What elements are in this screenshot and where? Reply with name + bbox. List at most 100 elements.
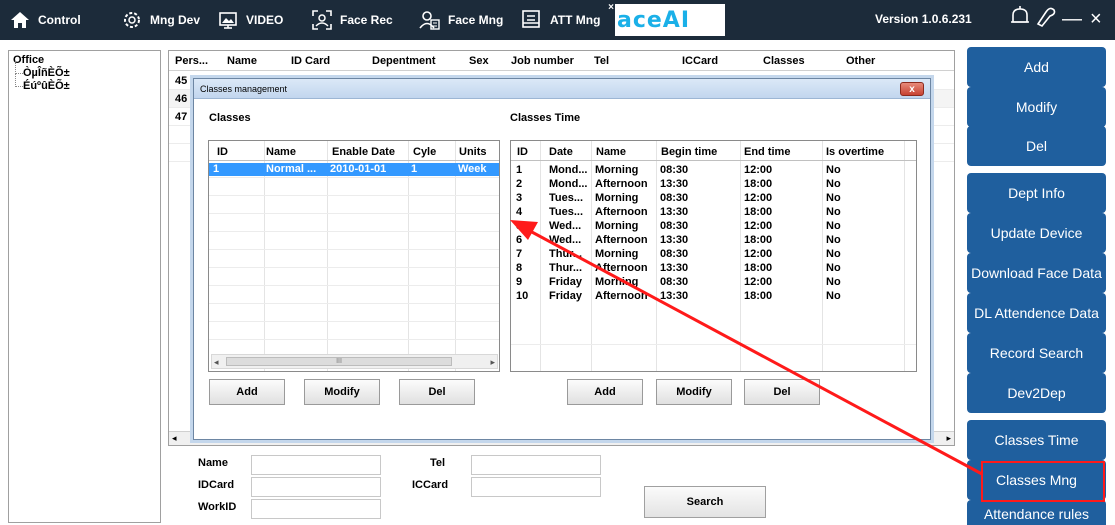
cell: 1 [213, 163, 220, 175]
cell: 10 [516, 290, 529, 302]
department-tree[interactable]: Office ÒµÎñÈÕ± ÉúºûÈÕ± [8, 50, 161, 523]
table-row[interactable]: 8 Thur... Afternoon 13:30 18:00 No [511, 262, 916, 275]
tab-control[interactable]: Control [8, 4, 98, 36]
modify-button[interactable]: Modify [967, 87, 1106, 127]
dept-info-button[interactable]: Dept Info [967, 173, 1106, 213]
highlight-box [981, 461, 1105, 502]
scroll-left-icon[interactable]: ◂ [172, 433, 177, 444]
update-device-button[interactable]: Update Device [967, 213, 1106, 253]
tab-att-mng[interactable]: ATT Mng × [520, 2, 616, 36]
column-header[interactable]: Name [596, 146, 626, 158]
column-header[interactable]: ID [517, 146, 528, 158]
time-modify-button[interactable]: Modify [656, 379, 732, 405]
tel-input[interactable] [471, 455, 601, 475]
tab-mng-dev[interactable]: Mng Dev [120, 4, 220, 36]
time-add-button[interactable]: Add [567, 379, 643, 405]
column-header[interactable]: Job number [511, 55, 574, 67]
table-row[interactable]: 5 Wed... Morning 08:30 12:00 No [511, 220, 916, 233]
cell: Wed... [549, 220, 582, 232]
iccard-input[interactable] [471, 477, 601, 497]
table-row[interactable]: 3 Tues... Morning 08:30 12:00 No [511, 192, 916, 205]
column-header[interactable]: Cyle [413, 146, 436, 158]
dl-attendence-data-button[interactable]: DL Attendence Data [967, 293, 1106, 333]
idcard-input[interactable] [251, 477, 381, 497]
classes-add-button[interactable]: Add [209, 379, 285, 405]
column-header[interactable]: Other [846, 55, 875, 67]
column-header[interactable]: ICCard [682, 55, 718, 67]
column-header[interactable]: Name [266, 146, 296, 158]
tree-node[interactable]: ÉúºûÈÕ± [13, 74, 70, 92]
face-scan-icon [310, 8, 334, 32]
tab-face-mng[interactable]: Face Mng [418, 4, 518, 36]
download-face-data-button[interactable]: Download Face Data [967, 253, 1106, 293]
cell: 12:00 [744, 192, 773, 204]
table-row[interactable]: 1 Normal ... 2010-01-01 1 Week [209, 163, 499, 176]
column-header[interactable]: Sex [469, 55, 489, 67]
column-header[interactable]: Date [549, 146, 573, 158]
classes-section-title: Classes [209, 112, 251, 124]
tab-label: ATT Mng [550, 13, 601, 27]
table-row[interactable]: 1 Mond... Morning 08:30 12:00 No [511, 164, 916, 177]
search-button[interactable]: Search [644, 486, 766, 518]
attendance-rules-button[interactable]: Attendance rules [967, 500, 1106, 525]
notification-icon[interactable] [1008, 4, 1032, 39]
time-del-button[interactable]: Del [744, 379, 820, 405]
del-button[interactable]: Del [967, 126, 1106, 166]
column-header[interactable]: Begin time [661, 146, 717, 158]
tab-close-icon[interactable]: × [608, 2, 614, 13]
table-row[interactable]: 9 Friday Morning 08:30 12:00 No [511, 276, 916, 289]
scroll-thumb[interactable]: III [226, 357, 452, 366]
skin-icon[interactable] [1034, 4, 1058, 39]
classes-table[interactable]: ID Name Enable Date Cyle Units 1 Normal … [208, 140, 500, 372]
workid-input[interactable] [251, 499, 381, 519]
classes-modify-button[interactable]: Modify [304, 379, 380, 405]
brand-logo: aceAI [615, 4, 725, 36]
cell: 7 [516, 248, 523, 260]
classes-del-button[interactable]: Del [399, 379, 475, 405]
add-button[interactable]: Add [967, 47, 1106, 87]
tab-face-rec[interactable]: Face Rec [310, 4, 410, 36]
column-header[interactable]: Tel [594, 55, 609, 67]
attendance-icon [520, 8, 544, 32]
classes-time-button[interactable]: Classes Time [967, 420, 1106, 460]
column-header[interactable]: End time [744, 146, 790, 158]
name-label: Name [198, 457, 228, 469]
column-header[interactable]: Is overtime [826, 146, 884, 158]
column-header[interactable]: ID [217, 146, 228, 158]
horizontal-scrollbar[interactable]: ◂ III ▸ [211, 354, 498, 369]
tab-label: VIDEO [246, 13, 284, 27]
table-row[interactable]: 6 Wed... Afternoon 13:30 18:00 No [511, 234, 916, 247]
column-header[interactable]: Enable Date [332, 146, 395, 158]
column-header[interactable]: ID Card [291, 55, 330, 67]
cell: 12:00 [744, 220, 773, 232]
table-row[interactable]: 7 Thur... Morning 08:30 12:00 No [511, 248, 916, 261]
table-row[interactable]: 2 Mond... Afternoon 13:30 18:00 No [511, 178, 916, 191]
cell: 08:30 [660, 164, 689, 176]
scroll-left-icon[interactable]: ◂ [214, 357, 219, 368]
column-header[interactable]: Name [227, 55, 257, 67]
column-header[interactable]: Classes [763, 55, 805, 67]
scroll-right-icon[interactable]: ▸ [490, 357, 495, 368]
cell: Thur... [549, 248, 582, 260]
minimize-button[interactable]: — [1062, 4, 1082, 34]
cell: 4 [516, 206, 523, 218]
close-window-button[interactable]: × [1090, 4, 1102, 34]
cell: Morning [595, 248, 639, 260]
tab-video[interactable]: VIDEO [216, 4, 306, 36]
dialog-title[interactable]: Classes management [194, 79, 930, 99]
classes-time-table[interactable]: ID Date Name Begin time End time Is over… [510, 140, 917, 372]
cell: Thur... [549, 262, 582, 274]
record-search-button[interactable]: Record Search [967, 333, 1106, 373]
column-header[interactable]: Pers... [175, 55, 208, 67]
name-input[interactable] [251, 455, 381, 475]
dev2dep-button[interactable]: Dev2Dep [967, 373, 1106, 413]
scroll-right-icon[interactable]: ▸ [946, 433, 951, 444]
column-header[interactable]: Depentment [372, 55, 436, 67]
dialog-close-button[interactable]: x [900, 82, 924, 96]
cell: Morning [595, 164, 639, 176]
cell: 9 [516, 276, 523, 288]
idcard-label: IDCard [198, 479, 235, 491]
table-row[interactable]: 10 Friday Afternoon 13:30 18:00 No [511, 290, 916, 303]
column-header[interactable]: Units [459, 146, 487, 158]
table-row[interactable]: 4 Tues... Afternoon 13:30 18:00 No [511, 206, 916, 219]
